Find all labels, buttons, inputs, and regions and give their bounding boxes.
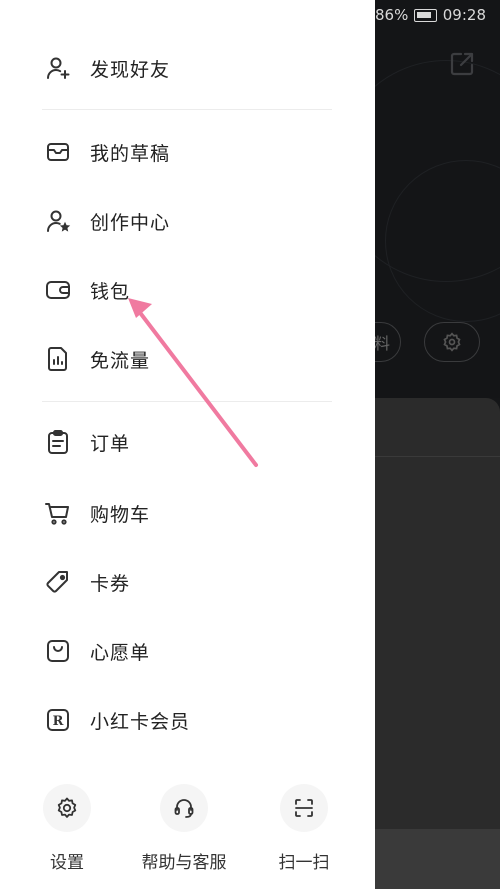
data-free-icon (44, 345, 72, 373)
ticket-icon (44, 568, 72, 596)
menu-item-label: 我的草稿 (90, 142, 171, 165)
settings-label: 设置 (50, 853, 84, 873)
share-icon[interactable] (448, 50, 476, 78)
menu-item-red-card-member[interactable]: R 小红卡会员 (0, 692, 375, 748)
menu-item-label: 购物车 (90, 503, 151, 526)
menu-item-label: 免流量 (90, 349, 151, 372)
menu-item-find-friends[interactable]: 发现好友 (0, 40, 375, 96)
r-badge-icon: R (44, 706, 72, 734)
scan-circle (280, 784, 328, 832)
battery-percent: 86% (375, 6, 409, 24)
settings-button[interactable]: 设置 (7, 784, 127, 874)
menu-item-label: 心愿单 (90, 641, 151, 664)
help-support-button[interactable]: 帮助与客服 (124, 784, 244, 874)
gear-icon (443, 332, 461, 352)
headset-icon (174, 799, 194, 818)
menu-item-label: 订单 (90, 432, 131, 455)
creator-center-icon (44, 207, 72, 235)
divider (42, 109, 332, 110)
settings-pill-button[interactable] (424, 322, 480, 362)
menu-item-drafts[interactable]: 我的草稿 (0, 124, 375, 180)
menu-item-orders[interactable]: 订单 (0, 414, 375, 470)
help-circle (160, 784, 208, 832)
background-content-card (375, 398, 500, 889)
wallet-icon (44, 276, 72, 304)
shopping-cart-icon (44, 499, 72, 527)
clock: 09:28 (442, 6, 486, 24)
settings-circle (43, 784, 91, 832)
gear-icon (57, 797, 77, 818)
menu-item-coupons[interactable]: 卡券 (0, 554, 375, 610)
clipboard-icon (44, 428, 72, 456)
menu-item-shopping-cart[interactable]: 购物车 (0, 485, 375, 541)
side-drawer: 发现好友 我的草稿 创作中心 钱包 免流量 订单 购物车 卡券 心愿单 R 小红… (0, 0, 375, 889)
wishlist-bag-icon (44, 637, 72, 665)
scan-button[interactable]: 扫一扫 (244, 784, 364, 874)
menu-item-label: 小红卡会员 (90, 710, 191, 733)
background-app: 86% 09:28 料 (375, 0, 500, 889)
battery-icon (414, 8, 437, 22)
scan-label: 扫一扫 (278, 853, 330, 873)
menu-item-wallet[interactable]: 钱包 (0, 262, 375, 318)
menu-item-label: 发现好友 (90, 58, 171, 81)
menu-item-creator-center[interactable]: 创作中心 (0, 193, 375, 249)
status-bar: 86% 09:28 (375, 6, 486, 24)
menu-item-label: 钱包 (90, 280, 131, 303)
scan-icon (295, 799, 313, 817)
drafts-icon (44, 138, 72, 166)
menu-item-label: 卡券 (90, 572, 131, 595)
svg-text:R: R (53, 714, 64, 729)
divider (42, 401, 332, 402)
background-bottom-bar (375, 829, 500, 889)
add-friend-icon (44, 54, 72, 82)
menu-item-data-free[interactable]: 免流量 (0, 331, 375, 387)
menu-item-label: 创作中心 (90, 211, 171, 234)
menu-item-wishlist[interactable]: 心愿单 (0, 623, 375, 679)
help-label: 帮助与客服 (141, 853, 227, 873)
